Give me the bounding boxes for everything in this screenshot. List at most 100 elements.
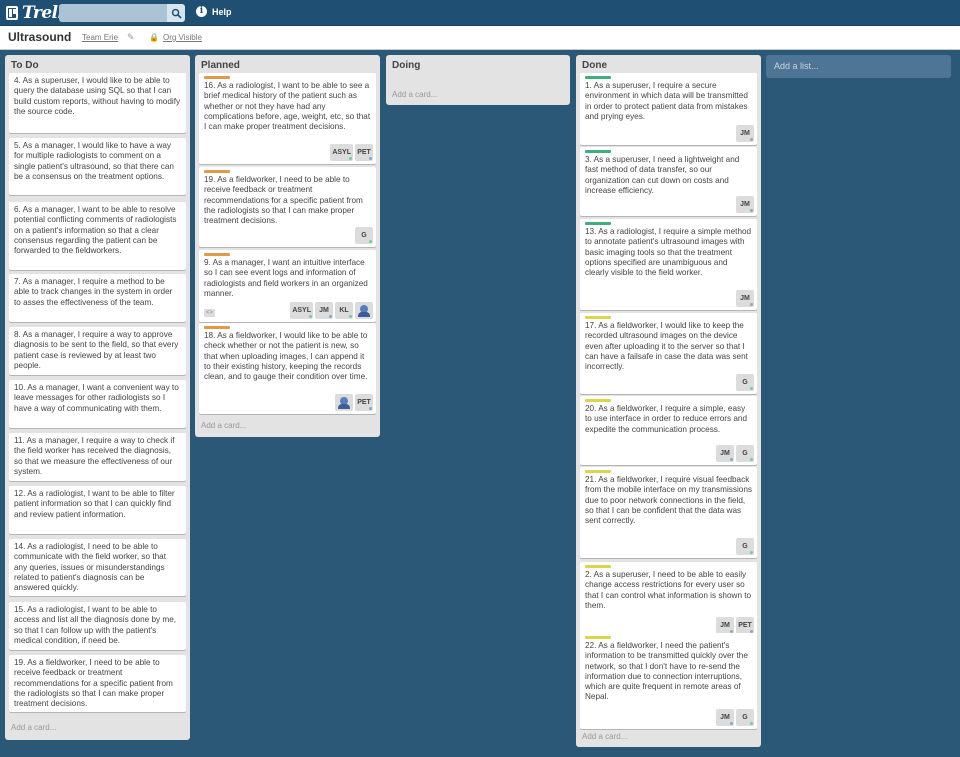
member-avatar[interactable]: ASYL — [290, 302, 313, 319]
member-avatar[interactable]: PET — [355, 394, 373, 411]
card-label — [585, 316, 611, 319]
member-avatar[interactable]: ASYL — [330, 144, 353, 161]
card[interactable]: 5. As a manager, I would like to have a … — [9, 138, 186, 195]
card[interactable]: 22. As a fieldworker, I need the patient… — [580, 633, 757, 729]
card-title: 11. As a manager, I require a way to che… — [14, 436, 175, 476]
description-icon: <> — [204, 309, 215, 317]
member-initials: JM — [720, 714, 730, 721]
card-title: 21. As a fieldworker, I require visual f… — [585, 475, 752, 526]
card[interactable]: 19. As a fieldworker, I need to be able … — [9, 655, 186, 712]
card[interactable]: 7. As a manager, I require a method to b… — [9, 274, 186, 322]
member-avatar[interactable]: JM — [716, 617, 734, 634]
member-initials: G — [742, 543, 748, 550]
card[interactable]: 17. As a fieldworker, I would like to ke… — [580, 313, 757, 394]
member-avatar-icon[interactable] — [335, 394, 353, 411]
member-initials: JM — [319, 307, 329, 314]
card[interactable]: 2. As a superuser, I need to be able to … — [580, 562, 757, 637]
member-avatar-icon[interactable] — [355, 302, 373, 319]
card[interactable]: 21. As a fieldworker, I require visual f… — [580, 467, 757, 558]
add-card-link[interactable]: Add a card... — [201, 421, 246, 430]
add-card-link[interactable]: Add a card... — [582, 732, 627, 741]
card[interactable]: 8. As a manager, I require a way to appr… — [9, 327, 186, 375]
member-avatar[interactable]: PET — [355, 144, 373, 161]
member-avatar[interactable]: JM — [716, 709, 734, 726]
search-button[interactable] — [167, 4, 185, 22]
member-initials: JM — [720, 622, 730, 629]
member-avatar[interactable]: G — [736, 538, 754, 555]
member-initials: PET — [357, 149, 371, 156]
card-title: 1. As a superuser, I require a secure en… — [585, 81, 748, 121]
member-initials: JM — [740, 295, 750, 302]
list-doing[interactable]: Doing Add a card... — [386, 55, 570, 105]
card[interactable]: 6. As a manager, I want to be able to re… — [9, 202, 186, 270]
add-list-button[interactable]: Add a list... — [766, 55, 951, 78]
member-avatar[interactable]: KL — [335, 302, 353, 319]
card[interactable]: 1. As a superuser, I require a secure en… — [580, 73, 757, 145]
board-title[interactable]: Ultrasound — [8, 30, 71, 44]
member-initials: JM — [720, 450, 730, 457]
visibility-link[interactable]: 🔒 Org Visible — [149, 33, 202, 42]
add-card-link[interactable]: Add a card... — [392, 90, 437, 99]
card[interactable]: 3. As a superuser, I need a lightweight … — [580, 147, 757, 216]
card[interactable]: 9. As a manager, I want an intuitive int… — [199, 250, 376, 322]
card-label — [585, 565, 611, 568]
card[interactable]: 13. As a radiologist, I require a simple… — [580, 219, 757, 310]
card-title: 15. As a radiologist, I want to be able … — [14, 605, 177, 645]
list-done[interactable]: Done 1. As a superuser, I require a secur… — [576, 55, 761, 747]
card-title: 16. As a radiologist, I want to be able … — [204, 81, 371, 132]
member-avatar[interactable]: G — [736, 374, 754, 391]
card[interactable]: 16. As a radiologist, I want to be able … — [199, 73, 376, 164]
list-title[interactable]: Planned — [199, 55, 376, 73]
visibility-label: Org Visible — [162, 33, 202, 42]
list-planned[interactable]: Planned 16. As a radiologist, I want to b… — [195, 55, 380, 437]
add-card-link[interactable]: Add a card... — [11, 723, 56, 732]
card[interactable]: 14. As a radiologist, I need to be able … — [9, 539, 186, 596]
card-label — [204, 253, 230, 256]
member-initials: KL — [339, 307, 349, 314]
card-label — [204, 170, 230, 173]
member-avatar[interactable]: JM — [736, 196, 754, 213]
card[interactable]: 11. As a manager, I require a way to che… — [9, 433, 186, 481]
trello-logo-icon — [6, 6, 18, 20]
card[interactable]: 18. As a fieldworker, I would like to be… — [199, 323, 376, 414]
card-title: 3. As a superuser, I need a lightweight … — [585, 155, 740, 195]
search-input[interactable] — [59, 4, 167, 22]
status-dot — [750, 387, 753, 390]
list-to-do[interactable]: To Do 4. As a superuser, I would like to … — [5, 55, 190, 740]
card-label — [585, 222, 611, 225]
member-avatar[interactable]: JM — [716, 445, 734, 462]
card[interactable]: 10. As a manager, I want a convenient wa… — [9, 380, 186, 428]
card-title: 10. As a manager, I want a convenient wa… — [14, 383, 179, 413]
list-title[interactable]: Doing — [390, 55, 566, 73]
card[interactable]: 4. As a superuser, I would like to be ab… — [9, 73, 186, 133]
list-title[interactable]: To Do — [9, 55, 186, 73]
board-header: Ultrasound Team Erie ✎ 🔒 Org Visible — [0, 26, 960, 50]
member-avatar[interactable]: PET — [736, 617, 754, 634]
status-dot — [730, 458, 733, 461]
status-dot — [730, 722, 733, 725]
lock-icon: 🔒 — [149, 33, 159, 42]
card-title: 22. As a fieldworker, I need the patient… — [585, 641, 748, 702]
card-title: 8. As a manager, I require a way to appr… — [14, 330, 179, 370]
help-button[interactable]: i Help — [196, 6, 232, 17]
card[interactable]: 12. As a radiologist, I want to be able … — [9, 486, 186, 534]
card[interactable]: 19. As a fieldworker, I need to be able … — [199, 167, 376, 247]
member-avatar[interactable]: G — [355, 227, 373, 244]
member-avatar[interactable]: JM — [315, 302, 333, 319]
card-members: PET — [335, 394, 373, 411]
team-link[interactable]: Team Erie — [82, 33, 118, 42]
pencil-icon[interactable]: ✎ — [127, 32, 135, 43]
list-title[interactable]: Done — [580, 55, 757, 73]
member-initials: G — [742, 379, 748, 386]
card-title: 7. As a manager, I require a method to b… — [14, 277, 173, 307]
status-dot — [369, 407, 372, 410]
member-avatar[interactable]: G — [736, 445, 754, 462]
member-avatar[interactable]: JM — [736, 290, 754, 307]
card-members: JM G — [716, 709, 754, 726]
member-avatar[interactable]: G — [736, 709, 754, 726]
status-dot — [750, 722, 753, 725]
member-initials: G — [361, 232, 367, 239]
card[interactable]: 15. As a radiologist, I want to be able … — [9, 602, 186, 650]
member-avatar[interactable]: JM — [736, 125, 754, 142]
card[interactable]: 20. As a fieldworker, I require a simple… — [580, 396, 757, 465]
